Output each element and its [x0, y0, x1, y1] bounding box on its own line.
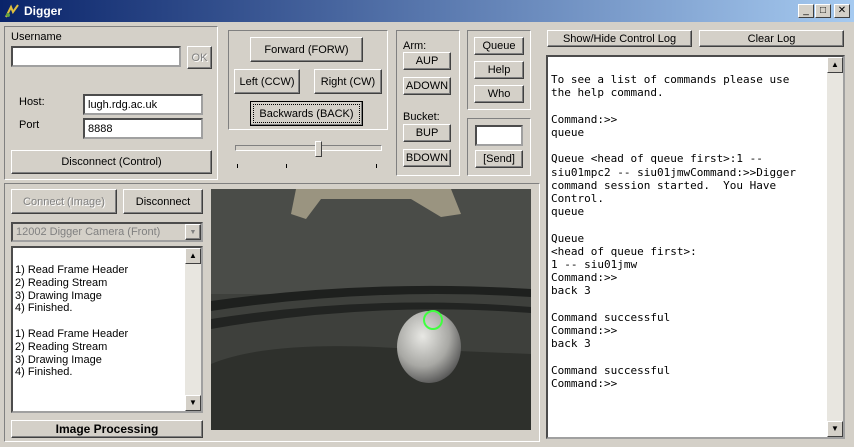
right-button[interactable]: Right (CW): [314, 69, 382, 94]
slider-tick: [237, 164, 238, 168]
control-log-line: [551, 60, 796, 73]
bucket-down-button[interactable]: BDOWN: [403, 149, 451, 167]
control-log-line: Queue <head of queue first>:1 --: [551, 152, 763, 166]
arm-down-button[interactable]: ADOWN: [403, 77, 451, 95]
image-processing-button[interactable]: Image Processing: [11, 420, 203, 438]
control-log-line: back 3: [551, 337, 591, 351]
title-bar: [0, 0, 854, 22]
slider-tick: [376, 164, 377, 168]
show-hide-log-button[interactable]: Show/Hide Control Log: [547, 30, 692, 47]
digger-app-icon: [5, 4, 19, 18]
username-input[interactable]: [11, 46, 181, 67]
control-log-content: To see a list of commands please use the …: [551, 60, 796, 390]
image-log-line: 2) Reading Stream: [15, 340, 108, 353]
backwards-button[interactable]: Backwards (BACK): [250, 101, 363, 126]
control-log-line: [551, 298, 796, 311]
scroll-up-icon[interactable]: ▲: [185, 248, 201, 264]
scroll-down-icon[interactable]: ▼: [185, 395, 201, 411]
bucket-up-button[interactable]: BUP: [403, 124, 451, 142]
slider-tick: [286, 164, 287, 168]
window-title: Digger: [24, 4, 63, 18]
image-log-list[interactable]: 1) Read Frame Header 2) Reading Stream 3) …: [11, 246, 203, 413]
minimize-button[interactable]: _: [798, 4, 814, 18]
control-log-line: queue: [551, 126, 585, 140]
image-log-line: [15, 315, 128, 328]
control-log-line: 1 -- siu01jmw: [551, 258, 638, 272]
image-log-line: 3) Drawing Image: [15, 353, 102, 366]
control-log-line: Command:>>: [551, 271, 618, 285]
control-log-line: [551, 100, 796, 113]
arm-up-button[interactable]: AUP: [403, 52, 451, 70]
help-button[interactable]: Help: [474, 61, 524, 79]
host-input[interactable]: [83, 94, 203, 115]
image-log-line: 1) Read Frame Header: [15, 264, 129, 276]
who-button[interactable]: Who: [474, 85, 524, 103]
control-log-line: [551, 350, 796, 363]
control-log-line: To see a list of commands please use: [551, 73, 790, 87]
command-input[interactable]: [475, 125, 523, 146]
maximize-button[interactable]: □: [815, 4, 831, 18]
port-label: Port: [19, 119, 40, 131]
control-log[interactable]: To see a list of commands please use the …: [546, 55, 845, 439]
control-log-line: <head of queue first>:: [551, 244, 697, 258]
speed-slider-thumb[interactable]: [314, 141, 322, 157]
control-log-line: Queue: [551, 231, 585, 245]
control-log-line: the help command.: [551, 86, 664, 100]
control-log-line: Command successful: [551, 310, 671, 324]
host-label: Host:: [19, 96, 45, 108]
control-log-line: Command:>>: [551, 324, 618, 338]
camera-select[interactable]: 12002 Digger Camera (Front) ▼: [11, 222, 203, 242]
chevron-down-icon[interactable]: ▼: [185, 224, 201, 240]
disconnect-image-button[interactable]: Disconnect: [123, 189, 203, 214]
port-input[interactable]: [83, 118, 203, 139]
control-log-scrollbar[interactable]: ▲ ▼: [827, 57, 843, 437]
camera-select-value: 12002 Digger Camera (Front): [16, 226, 161, 238]
control-log-line: siu01mpc2 -- siu01jmwCommand:>>Digger: [551, 165, 797, 179]
image-log-line: 3) Drawing Image: [15, 289, 102, 302]
control-log-line: Command:>>: [551, 112, 618, 126]
forward-button[interactable]: Forward (FORW): [250, 37, 363, 62]
control-log-line: Command:>>: [551, 376, 618, 390]
control-log-line: queue: [551, 205, 585, 219]
image-log-content: 1) Read Frame Header 2) Reading Stream 3) …: [15, 264, 128, 379]
image-log-scrollbar[interactable]: ▲ ▼: [185, 248, 201, 411]
image-log-line: 1) Read Frame Header: [15, 327, 129, 340]
disconnect-control-button[interactable]: Disconnect (Control): [11, 150, 212, 174]
bucket-label: Bucket:: [403, 111, 440, 123]
control-log-line: [551, 218, 796, 231]
control-log-line: [551, 139, 796, 152]
control-log-line: command session started. You Have: [551, 178, 777, 192]
speed-slider-track[interactable]: [235, 145, 382, 151]
scroll-up-icon[interactable]: ▲: [827, 57, 843, 73]
queue-button[interactable]: Queue: [474, 37, 524, 55]
camera-view: [211, 189, 531, 430]
scroll-down-icon[interactable]: ▼: [827, 421, 843, 437]
ok-button[interactable]: OK: [187, 46, 212, 69]
image-log-line: 4) Finished.: [15, 366, 73, 379]
control-log-line: Command successful: [551, 363, 671, 377]
username-label: Username: [11, 31, 62, 43]
control-log-line: Control.: [551, 192, 604, 206]
clear-log-button[interactable]: Clear Log: [699, 30, 844, 47]
left-button[interactable]: Left (CCW): [234, 69, 300, 94]
arm-label: Arm:: [403, 40, 427, 52]
control-log-line: back 3: [551, 284, 591, 298]
connect-image-button[interactable]: Connect (Image): [11, 189, 117, 214]
close-button[interactable]: ✕: [834, 4, 850, 18]
image-log-line: 4) Finished.: [15, 302, 73, 315]
send-button[interactable]: [Send]: [475, 150, 523, 168]
image-log-line: 2) Reading Stream: [15, 276, 108, 289]
